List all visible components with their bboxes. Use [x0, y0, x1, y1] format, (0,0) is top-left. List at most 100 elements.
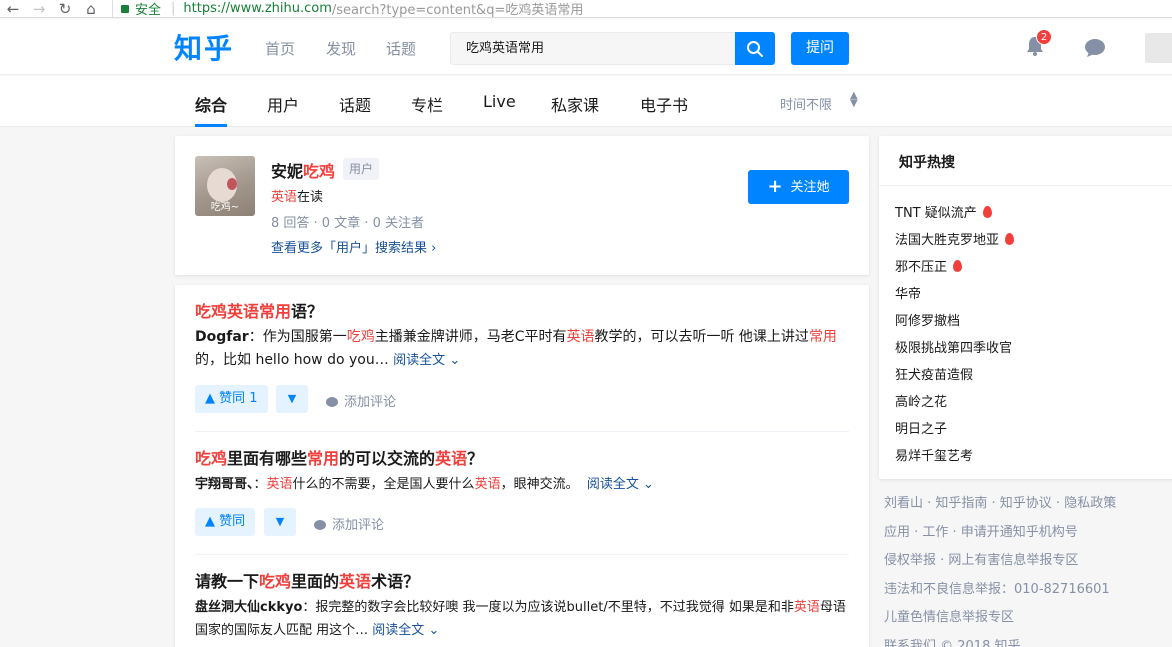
tab-columns[interactable]: 专栏 — [411, 92, 443, 116]
result-user-name[interactable]: 安妮吃鸡 — [271, 158, 335, 182]
read-more-link[interactable]: 阅读全文 ⌄ — [372, 623, 439, 638]
hot-search-item[interactable]: 高岭之花 — [895, 391, 947, 410]
add-comment-button[interactable]: 添加评论 — [314, 514, 384, 533]
footer-link-line[interactable]: 刘看山 · 知乎指南 · 知乎协议 · 隐私政策 — [884, 492, 1116, 511]
nav-discover[interactable]: 发现 — [326, 38, 356, 59]
excerpt-highlight: 英语 — [793, 600, 820, 615]
address-bar[interactable]: 安全 | https://www.zhihu.com/search?type=c… — [112, 0, 1172, 18]
read-more-link[interactable]: 阅读全文 ⌄ — [587, 477, 654, 492]
read-more-link[interactable]: 阅读全文 ⌄ — [393, 353, 460, 368]
footer-link-line[interactable]: 联系我们 © 2018 知乎 — [884, 635, 1020, 647]
secure-indicator: 安全 — [121, 0, 161, 18]
title-text: 里面有哪些 — [227, 449, 308, 468]
tab-topics[interactable]: 话题 — [339, 92, 371, 116]
hot-search-item[interactable]: 狂犬疫苗造假 — [895, 364, 973, 383]
hot-search-item[interactable]: 易烊千玺艺考 — [895, 445, 973, 464]
tab-ebooks[interactable]: 电子书 — [640, 92, 688, 116]
upvote-button[interactable]: ▲ 赞同 — [195, 508, 256, 536]
url-separator: | — [171, 1, 176, 16]
hot-search-item[interactable]: 明日之子 — [895, 418, 947, 437]
footer-link-line[interactable]: 儿童色情信息举报专区 — [884, 606, 1014, 625]
result-excerpt[interactable]: Dogfar：作为国服第一吃鸡主播兼金牌讲师，马老C平时有英语教学的，可以去听一… — [195, 326, 849, 372]
time-filter-select[interactable]: 时间不限 — [780, 94, 832, 113]
hot-search-item[interactable]: TNT 疑似流产 — [895, 202, 992, 221]
tab-live[interactable]: Live — [483, 92, 516, 111]
result-title[interactable]: 吃鸡英语常用语？ — [195, 301, 849, 323]
messages-icon[interactable] — [1084, 37, 1106, 63]
user-name-text: 安妮 — [271, 162, 304, 181]
url-path: /search?type=content&q=吃鸡英语常用 — [331, 3, 584, 18]
search-results-card: 吃鸡英语常用语？ Dogfar：作为国服第一吃鸡主播兼金牌讲师，马老C平时有英语… — [175, 285, 869, 647]
downvote-button[interactable]: ▼ — [264, 508, 296, 536]
result-title[interactable]: 请教一下吃鸡里面的英语术语？ — [195, 571, 849, 593]
result-divider — [195, 431, 849, 432]
hot-search-item[interactable]: 华帝 — [895, 283, 921, 302]
footer-link-line[interactable]: 应用 · 工作 · 申请开通知乎机构号 — [884, 521, 1078, 540]
title-highlight: 吃鸡英语常用 — [195, 302, 292, 321]
forward-arrow-icon[interactable]: → — [26, 0, 52, 18]
nav-topics[interactable]: 话题 — [386, 38, 416, 59]
excerpt-text: ：报完整的数字会比较好噢 我一度以为应该说bullet/不里特，不过我觉得 如果… — [302, 600, 794, 615]
tab-users[interactable]: 用户 — [267, 92, 299, 116]
user-name-highlight: 吃鸡 — [303, 162, 336, 181]
zhihu-logo[interactable]: 知乎 — [174, 27, 234, 67]
tab-courses[interactable]: 私家课 — [551, 92, 599, 116]
chevron-down-icon: ⌄ — [428, 623, 440, 638]
result-author[interactable]: Dogfar — [195, 329, 249, 345]
result-author[interactable]: 盘丝洞大仙ckkyo — [195, 600, 302, 615]
title-text: 语？ — [291, 302, 324, 321]
footer-link-line[interactable]: 违法和不良信息举报：010-82716601 — [884, 578, 1110, 597]
excerpt-highlight: 英语 — [474, 477, 501, 492]
comment-label: 添加评论 — [344, 395, 397, 410]
hot-search-label: 阿修罗撤档 — [895, 314, 961, 329]
active-tab-indicator — [195, 124, 227, 127]
result-title[interactable]: 吃鸡里面有哪些常用的可以交流的英语？ — [195, 448, 849, 470]
title-text: 里面的 — [291, 572, 340, 591]
hot-search-item[interactable]: 极限挑战第四季收官 — [895, 337, 1012, 356]
hot-search-item[interactable]: 邪不压正 — [895, 256, 963, 275]
secure-label: 安全 — [135, 3, 162, 18]
upvote-arrow-icon: ▲ — [205, 514, 215, 529]
downvote-arrow-icon: ▼ — [275, 515, 285, 528]
hot-search-label: 狂犬疫苗造假 — [895, 368, 974, 383]
search-button[interactable] — [735, 32, 775, 65]
excerpt-text: ：作为国服第一 — [248, 329, 347, 345]
home-icon[interactable]: ⌂ — [78, 0, 104, 18]
sort-arrows-icon[interactable]: ▲ ▼ — [850, 91, 858, 109]
search-result-item: 请教一下吃鸡里面的英语术语？ 盘丝洞大仙ckkyo：报完整的数字会比较好噢 我一… — [195, 571, 849, 642]
result-excerpt[interactable]: 宇翔哥哥、：英语什么的不需要，全是国人要什么英语，眼神交流。 阅读全文 ⌄ — [195, 473, 849, 496]
downvote-button[interactable]: ▼ — [276, 385, 308, 413]
hot-search-card: 知乎热搜 TNT 疑似流产 法国大胜克罗地亚 邪不压正 华帝 阿修罗撤档 极限挑战第四季收… — [879, 136, 1172, 479]
comment-label: 添加评论 — [332, 518, 385, 533]
result-author[interactable]: 宇翔哥哥、 — [195, 477, 254, 492]
excerpt-highlight: 吃鸡 — [346, 329, 375, 345]
hot-search-label: 邪不压正 — [895, 260, 948, 275]
footer-link-line[interactable]: 侵权举报 · 网上有害信息举报专区 — [884, 549, 1078, 568]
upvote-label: 赞同 — [219, 514, 246, 529]
result-user-avatar[interactable]: 吃鸡~ — [195, 156, 255, 216]
search-input[interactable]: 吃鸡英语常用 — [450, 32, 735, 65]
add-comment-button[interactable]: 添加评论 — [326, 391, 396, 410]
ask-question-button[interactable]: 提问 — [791, 32, 849, 65]
result-excerpt[interactable]: 盘丝洞大仙ckkyo：报完整的数字会比较好噢 我一度以为应该说bullet/不里… — [195, 596, 849, 642]
chevron-down-icon: ⌄ — [449, 353, 461, 368]
avatar-image-accent — [227, 178, 237, 190]
downvote-arrow-icon: ▼ — [287, 392, 297, 405]
upvote-button[interactable]: ▲ 赞同 1 — [195, 385, 268, 413]
hot-search-label: 法国大胜克罗地亚 — [895, 233, 1000, 248]
title-text: ？ — [467, 449, 484, 468]
follow-button[interactable]: + 关注她 — [748, 170, 849, 204]
tab-all[interactable]: 综合 — [195, 92, 227, 116]
hot-search-label: 华帝 — [895, 287, 922, 302]
more-users-link[interactable]: 查看更多「用户」搜索结果 › — [271, 237, 436, 256]
title-highlight: 吃鸡 — [195, 449, 228, 468]
title-highlight: 英语 — [435, 449, 468, 468]
hot-search-item[interactable]: 阿修罗撤档 — [895, 310, 960, 329]
hot-search-item[interactable]: 法国大胜克罗地亚 — [895, 229, 1015, 248]
user-avatar[interactable] — [1145, 33, 1172, 63]
reload-icon[interactable]: ↻ — [52, 0, 78, 18]
url-host: https://www.zhihu.com — [183, 1, 332, 16]
nav-home[interactable]: 首页 — [265, 38, 295, 59]
read-more-label: 阅读全文 — [372, 623, 425, 638]
back-arrow-icon[interactable]: ← — [0, 0, 26, 18]
